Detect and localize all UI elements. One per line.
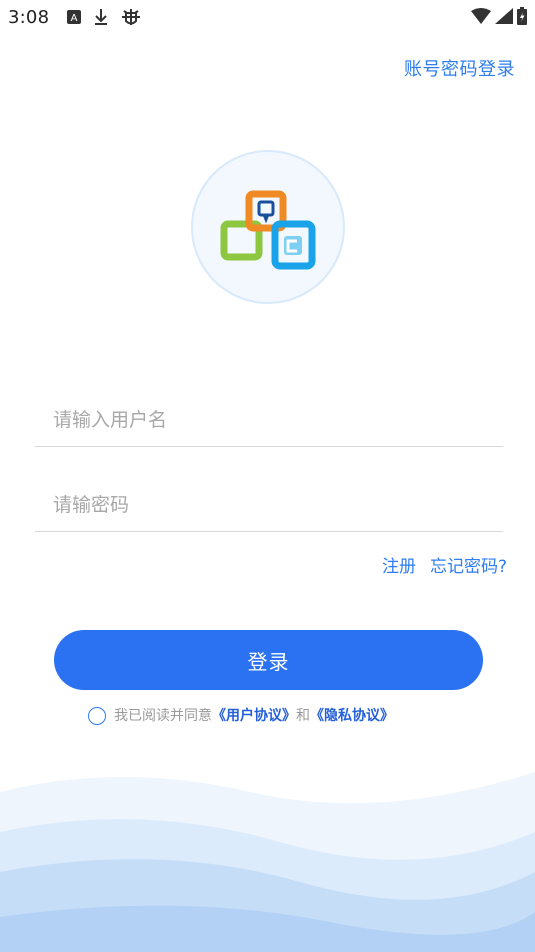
- password-input[interactable]: [53, 487, 493, 523]
- status-time: 3:08: [8, 7, 50, 28]
- a-notification-icon: A: [66, 9, 82, 29]
- privacy-agreement-link[interactable]: 《隐私协议》: [310, 705, 394, 725]
- account-password-login-link[interactable]: 账号密码登录: [404, 55, 515, 81]
- status-bar: 3:08 A: [0, 0, 535, 36]
- app-logo-icon: [220, 190, 316, 270]
- battery-charging-icon: [517, 7, 527, 29]
- svg-text:A: A: [71, 13, 78, 24]
- app-logo: [191, 150, 345, 304]
- user-agreement-link[interactable]: 《用户协议》: [212, 705, 296, 725]
- agreement-conjunction: 和: [296, 708, 310, 724]
- status-right-icons: [471, 7, 527, 29]
- decorative-waves: [0, 772, 535, 952]
- forgot-password-link[interactable]: 忘记密码?: [430, 552, 507, 577]
- username-field-container: [35, 396, 503, 447]
- password-field-container: [35, 481, 503, 532]
- login-button[interactable]: 登录: [54, 630, 483, 690]
- download-icon: [93, 7, 109, 31]
- username-input[interactable]: [53, 402, 493, 438]
- status-left-icons: A: [66, 6, 142, 32]
- register-link[interactable]: 注册: [382, 552, 416, 577]
- agreement-row: 我已阅读并同意 《用户协议》 和 《隐私协议》: [88, 705, 394, 725]
- agreement-prefix: 我已阅读并同意: [114, 708, 212, 724]
- bug-icon: [120, 6, 142, 32]
- signal-icon: [495, 8, 513, 28]
- wifi-icon: [471, 8, 491, 28]
- auth-links: 注册 忘记密码?: [382, 552, 507, 577]
- agree-checkbox[interactable]: [88, 707, 106, 725]
